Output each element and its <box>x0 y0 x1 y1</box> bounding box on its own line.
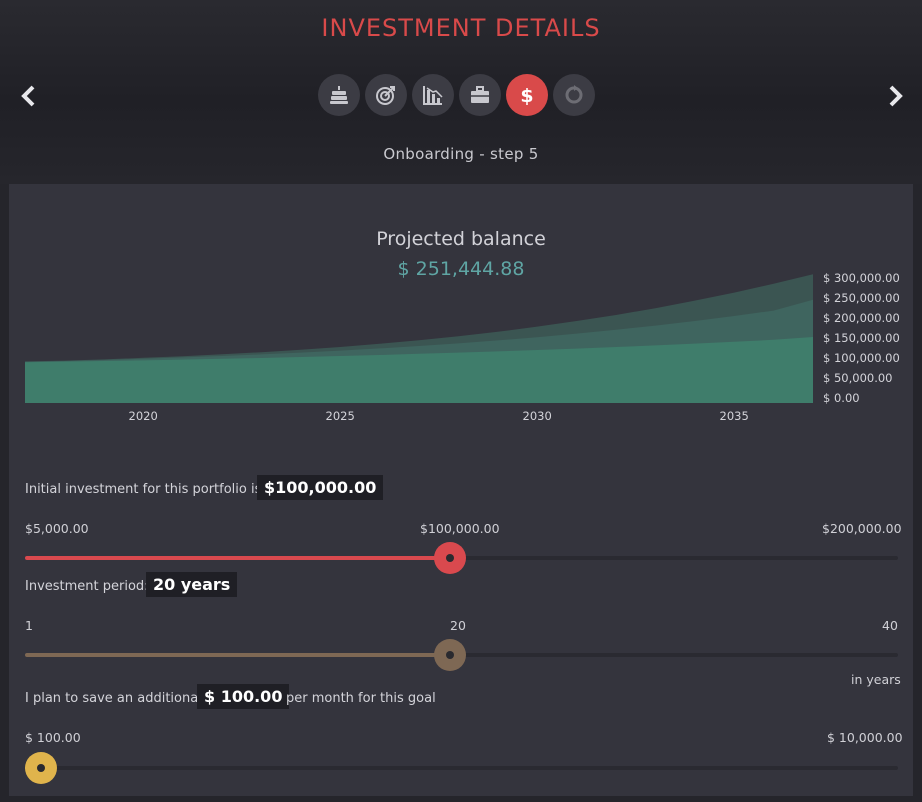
step-4-button[interactable] <box>459 74 501 116</box>
x-tick-label: 2035 <box>720 409 749 423</box>
investment-period-value: 20 years <box>146 572 238 597</box>
dollar-icon: $ <box>520 85 533 106</box>
slider-handle-dot <box>446 651 455 659</box>
initial-investment-slider[interactable] <box>25 542 898 574</box>
x-tick-label: 2020 <box>129 409 158 423</box>
chevron-left-icon <box>21 85 35 107</box>
initial-investment-slider-handle[interactable] <box>434 542 467 574</box>
briefcase-icon <box>471 86 489 103</box>
y-tick-label: $ 200,000.00 <box>823 311 900 325</box>
step-1-button[interactable] <box>318 74 360 116</box>
period-unit-label: in years <box>851 672 901 687</box>
chart-down-icon <box>423 86 443 105</box>
initial-investment-value: $100,000.00 <box>257 475 384 500</box>
investment-period-slider-fill <box>25 653 451 657</box>
page-title: INVESTMENT DETAILS <box>321 14 601 42</box>
monthly-savings-suffix: per month for this goal <box>286 691 436 706</box>
monthly-savings-label: I plan to save an additional: <box>25 691 207 706</box>
x-tick-label: 2030 <box>523 409 552 423</box>
investment-panel: Projected balance $ 251,444.88 $ 300,000… <box>9 184 913 796</box>
y-tick-label: $ 250,000.00 <box>823 291 900 305</box>
cake-icon <box>330 86 348 104</box>
initial-investment-max: $200,000.00 <box>822 521 902 536</box>
step-6-button[interactable] <box>553 74 595 116</box>
monthly-savings-max: $ 10,000.00 <box>827 730 903 745</box>
projection-chart: $ 300,000.00 $ 250,000.00 $ 200,000.00 $ 15… <box>25 271 900 423</box>
svg-text:$: $ <box>520 85 533 106</box>
step-3-button[interactable] <box>412 74 454 116</box>
y-tick-label: $ 50,000.00 <box>823 371 893 385</box>
monthly-savings-value: $ 100.00 <box>197 684 290 709</box>
y-tick-label: $ 0.00 <box>823 391 860 405</box>
slider-handle-dot <box>446 554 455 562</box>
onboarding-step-label: Onboarding - step 5 <box>383 145 539 163</box>
step-5-button[interactable]: $ <box>506 74 548 116</box>
previous-arrow[interactable] <box>18 84 40 108</box>
investment-period-label: Investment period: <box>25 579 149 594</box>
step-2-button[interactable] <box>365 74 407 116</box>
next-arrow[interactable] <box>884 84 906 108</box>
monthly-savings-min: $ 100.00 <box>25 730 81 745</box>
target-icon <box>376 86 395 105</box>
investment-period-min: 1 <box>25 618 33 633</box>
monthly-savings-slider[interactable] <box>25 752 898 784</box>
investment-period-slider-handle[interactable] <box>434 639 467 671</box>
circle-arrows-icon <box>565 85 583 104</box>
y-tick-label: $ 100,000.00 <box>823 351 900 365</box>
y-tick-label: $ 300,000.00 <box>823 271 900 285</box>
investment-period-mid: 20 <box>450 618 466 633</box>
initial-investment-mid: $100,000.00 <box>420 521 500 536</box>
y-tick-label: $ 150,000.00 <box>823 331 900 345</box>
monthly-savings-slider-handle[interactable] <box>25 752 57 784</box>
slider-handle-dot <box>37 764 45 772</box>
x-tick-label: 2025 <box>326 409 355 423</box>
initial-investment-min: $5,000.00 <box>25 521 89 536</box>
initial-investment-slider-fill <box>25 556 451 560</box>
chevron-right-icon <box>889 85 903 107</box>
investment-period-max: 40 <box>882 618 898 633</box>
investment-period-slider[interactable] <box>25 639 898 671</box>
initial-investment-label: Initial investment for this portfolio is… <box>25 482 266 497</box>
